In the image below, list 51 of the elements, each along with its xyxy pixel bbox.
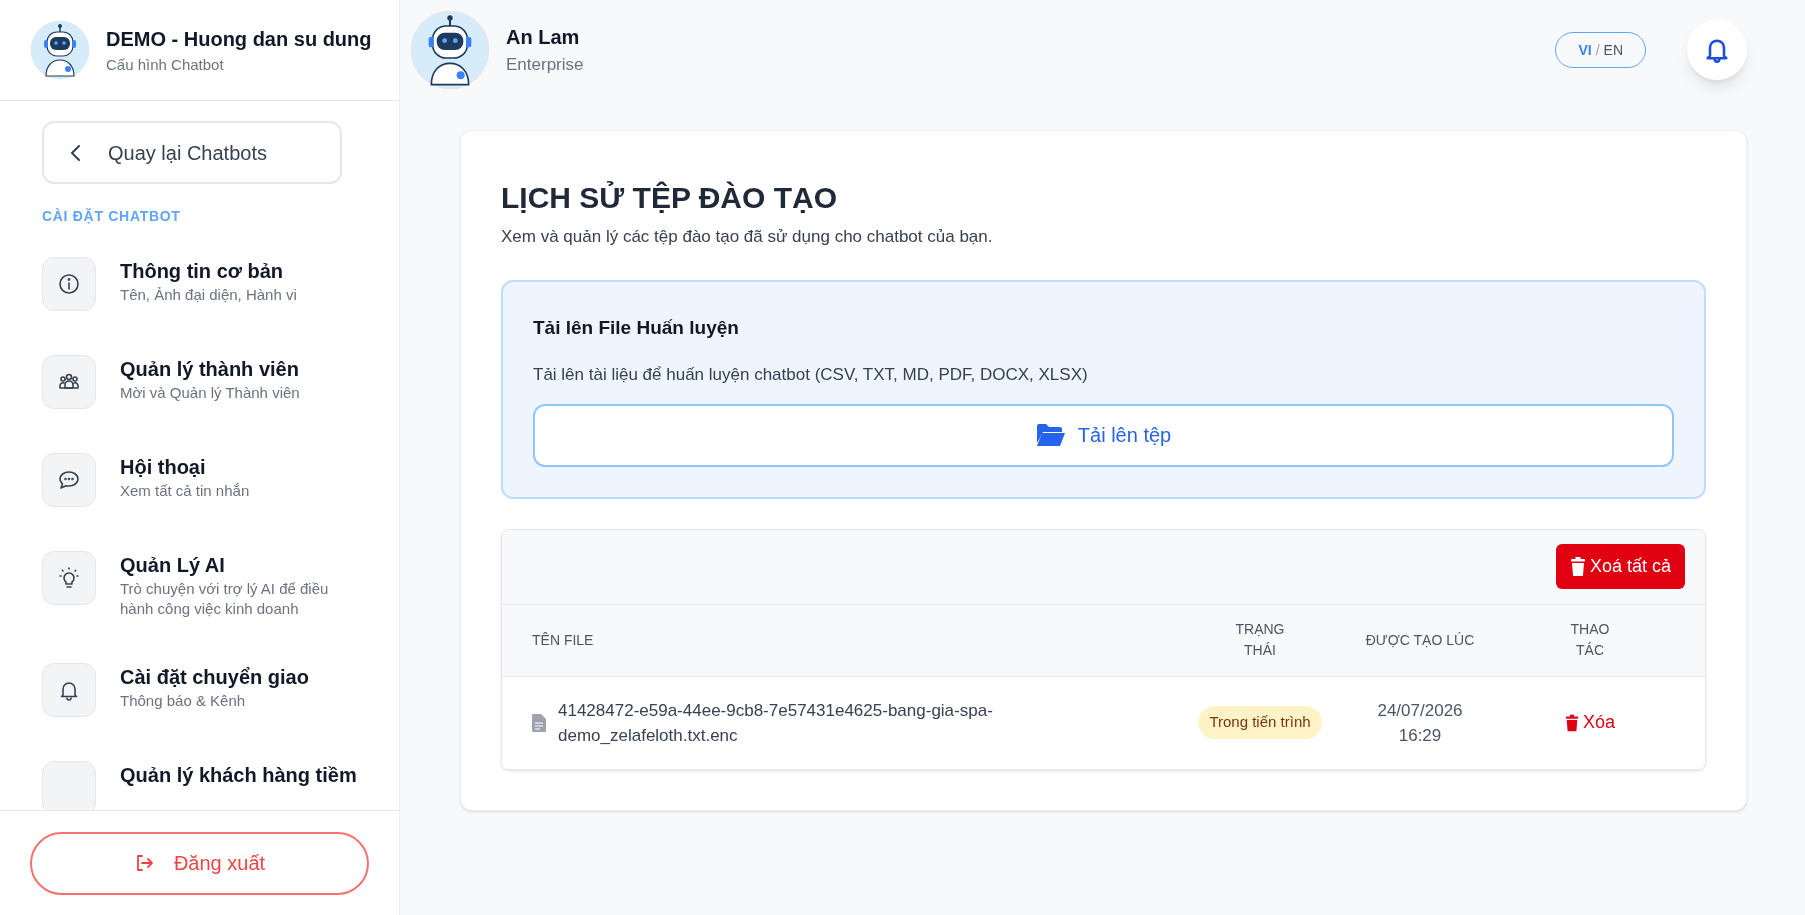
file-icon [532,713,546,732]
nav-item-title[interactable]: Hội thoại [120,453,350,481]
bell-icon [1703,36,1731,64]
nav-icon-tile[interactable] [42,355,96,409]
info-icon [57,272,81,296]
folder-icon [1035,423,1066,447]
nav-item-subtitle: Trò chuyện với trợ lý AI để điều hành công việc kinh doanh [120,579,330,619]
separator: / [1595,40,1600,60]
column-header: TÊN FILE [532,630,595,650]
clear-all-button[interactable]: Xoá tất cả [1555,544,1685,589]
notification-button[interactable] [1687,20,1747,80]
nav-icon-tile[interactable] [42,663,96,717]
created-date: 24/07/2026 [1377,699,1463,722]
trash-icon [1569,557,1586,576]
nav-item-title[interactable]: Cài đặt chuyển giao [120,663,350,691]
nav-item-subtitle: Xem tất cả tin nhắn [120,481,251,501]
nav-item-subtitle: Thông báo & Kênh [120,691,247,711]
section-label: CÀI ĐẶT CHATBOT [42,207,182,226]
upload-title: Tải lên File Huấn luyện [533,315,740,340]
lightbulb-icon [57,566,81,590]
trash-icon [1565,713,1579,732]
bot-name: DEMO - Huong dan su dung [106,26,372,52]
user-name: An Lam [506,25,581,51]
upload-button[interactable]: Tải lên tệp [533,403,1674,467]
status-badge: Trong tiến trình [1198,706,1322,739]
nav-item-title[interactable]: Quản lý thành viên [120,355,350,383]
column-header: THAO TÁC [1569,620,1611,660]
nav-item-title[interactable]: Quản lý khách hàng tiềm [120,761,357,789]
column-header: TRẠNG THÁI [1234,620,1286,660]
nav-icon-tile[interactable] [42,453,96,507]
created-time: 16:29 [1398,724,1442,747]
chat-icon [57,468,81,492]
page-title: LỊCH SỬ TỆP ĐÀO TẠO [501,180,839,216]
page-description: Xem và quản lý các tệp đào tạo đã sử dụng cho chatbot của bạn. [501,226,994,248]
bot-subtitle: Cấu hình Chatbot [106,54,225,75]
column-header: ĐƯỢC TẠO LÚC [1364,630,1476,650]
upload-description: Tải lên tài liệu để huấn luyện chatbot (CSV, TXT, MD, PDF, DOCX, XLSX) [533,364,1089,386]
nav-icon-tile[interactable] [42,761,96,810]
nav-item-title[interactable]: Thông tin cơ bản [120,257,350,285]
nav-item-title[interactable]: Quản Lý AI [120,551,350,579]
robot-avatar [30,20,90,80]
file-name: 41428472-e59a-44ee-9cb8-7e57431e4625-bang-gia-spa-demo_zelafeloth.txt.enc [558,699,994,747]
logout-button[interactable]: Đăng xuất [30,831,369,895]
nav-item-subtitle: Mời và Quản lý Thành viên [120,383,301,403]
plan-label: Enterprise [506,54,584,77]
language-option[interactable]: EN [1603,39,1623,61]
nav-icon-tile[interactable] [42,257,96,311]
nav-item-subtitle: Tên, Ảnh đại diện, Hành vi [120,285,298,305]
delete-button[interactable]: Xóa [1565,709,1615,736]
nav-icon-tile[interactable] [42,551,96,605]
back-button[interactable]: Quay lại Chatbots [42,121,342,184]
